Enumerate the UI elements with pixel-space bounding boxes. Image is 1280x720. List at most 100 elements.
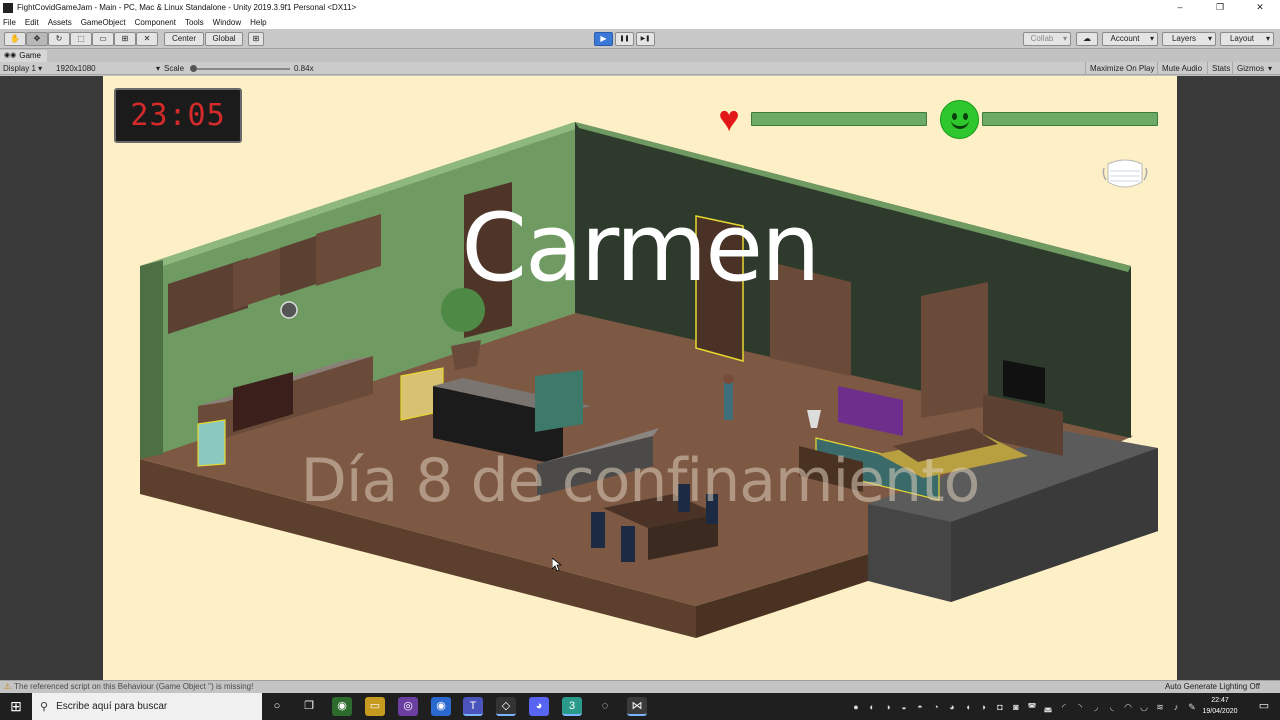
maximize-on-play-toggle[interactable]: Maximize On Play — [1085, 62, 1158, 75]
space-label: Global — [212, 34, 236, 43]
scale-slider-track[interactable] — [192, 68, 290, 70]
tray-icon-13[interactable]: ◛ — [1041, 700, 1055, 714]
console-message[interactable]: ⚠ The referenced script on this Behaviour… — [4, 681, 253, 693]
windows-start-icon[interactable]: ⊞ — [0, 693, 32, 720]
layers-dropdown[interactable]: Layers — [1162, 32, 1216, 46]
tray-icon-1[interactable]: ● — [849, 700, 863, 714]
cloud-button[interactable]: ☁ — [1076, 32, 1098, 46]
mood-bar-fill — [983, 113, 1157, 125]
scale-tool-button[interactable]: ⬚ — [70, 32, 92, 46]
tray-icon-18[interactable]: ◠ — [1121, 700, 1135, 714]
task-view-icon[interactable]: ❐ — [299, 697, 319, 716]
tray-icon-16[interactable]: ◞ — [1089, 700, 1103, 714]
layout-dropdown[interactable]: Layout — [1220, 32, 1274, 46]
lighting-status[interactable]: Auto Generate Lighting Off — [1165, 681, 1260, 693]
unity-icon[interactable]: ◌ — [595, 697, 615, 716]
system-tray: ● ◐ ◑ ◒ ◓ ◔ ◕ ◖ ◗ ◘ ◙ ◚ ◛ ◜ ◝ ◞ ◟ ◠ ◡ ≋ … — [848, 693, 1200, 720]
stats-toggle[interactable]: Stats — [1207, 62, 1234, 75]
gizmos-chevron-icon[interactable]: ▾ — [1268, 62, 1272, 75]
file-explorer-icon[interactable]: ▭ — [365, 697, 385, 716]
taskbar-clock[interactable]: 22:47 19/04/2020 — [1200, 695, 1240, 717]
snap-settings-button[interactable]: ⊞ — [248, 32, 264, 46]
play-button[interactable]: ▶ — [594, 32, 613, 46]
menu-bar: File Edit Assets GameObject Component To… — [0, 15, 1280, 29]
custom-tool-button[interactable]: ✕ — [136, 32, 158, 46]
teams-icon[interactable]: T — [463, 697, 483, 716]
pause-button[interactable]: ❚❚ — [615, 32, 634, 46]
volume-icon[interactable]: ♪ — [1169, 700, 1183, 714]
hand-tool-button[interactable]: ✋ — [4, 32, 26, 46]
smiley-face-icon — [940, 100, 979, 139]
rect-tool-button[interactable]: ▭ — [92, 32, 114, 46]
tray-icon-14[interactable]: ◜ — [1057, 700, 1071, 714]
notification-icon[interactable]: ▭ — [1256, 699, 1272, 713]
tray-icon-4[interactable]: ◒ — [897, 700, 911, 714]
face-mask-icon[interactable] — [1100, 154, 1150, 194]
tray-icon-12[interactable]: ◚ — [1025, 700, 1039, 714]
app-purple-icon[interactable]: ◎ — [398, 697, 418, 716]
menu-window[interactable]: Window — [213, 18, 241, 27]
tray-icon-19[interactable]: ◡ — [1137, 700, 1151, 714]
tray-icon-6[interactable]: ◔ — [929, 700, 943, 714]
menu-edit[interactable]: Edit — [25, 18, 39, 27]
tray-icon-8[interactable]: ◖ — [961, 700, 975, 714]
mute-audio-toggle[interactable]: Mute Audio — [1157, 62, 1206, 75]
room-scene — [140, 122, 1158, 638]
maximize-button[interactable]: ❐ — [1200, 0, 1240, 15]
scale-slider-handle[interactable] — [190, 65, 197, 72]
rotate-tool-button[interactable]: ↻ — [48, 32, 70, 46]
tray-icon-17[interactable]: ◟ — [1105, 700, 1119, 714]
tray-icon-2[interactable]: ◐ — [865, 700, 879, 714]
minimize-button[interactable]: – — [1160, 0, 1200, 15]
grid-snap-icon: ⊞ — [252, 34, 260, 43]
taskbar-search-input[interactable]: ⚲ Escribe aquí para buscar — [32, 693, 262, 720]
app-teal-icon[interactable]: 3 — [562, 697, 582, 716]
tab-game[interactable]: ◉◉ Game — [0, 50, 48, 62]
rect-tool-icon: ▭ — [99, 34, 107, 43]
window-titlebar: FightCovidGameJam - Main - PC, Mac & Lin… — [0, 0, 1280, 15]
unity-hub-icon[interactable]: ◇ — [496, 697, 516, 716]
scale-value: 0.84x — [294, 64, 314, 73]
pen-icon[interactable]: ✎ — [1185, 700, 1199, 714]
menu-component[interactable]: Component — [135, 18, 176, 27]
gizmos-dropdown[interactable]: Gizmos — [1232, 62, 1268, 75]
menu-assets[interactable]: Assets — [48, 18, 72, 27]
account-dropdown[interactable]: Account — [1102, 32, 1158, 46]
wifi-icon[interactable]: ≋ — [1153, 700, 1167, 714]
fridge — [535, 370, 583, 432]
collab-dropdown[interactable]: Collab — [1023, 32, 1071, 46]
app-blue-icon[interactable]: ◉ — [431, 697, 451, 716]
tray-icon-15[interactable]: ◝ — [1073, 700, 1087, 714]
tray-icon-3[interactable]: ◑ — [881, 700, 895, 714]
tray-icon-5[interactable]: ◓ — [913, 700, 927, 714]
tray-icon-10[interactable]: ◘ — [993, 700, 1007, 714]
tray-icon-9[interactable]: ◗ — [977, 700, 991, 714]
tray-icon-7[interactable]: ◕ — [945, 700, 959, 714]
menu-help[interactable]: Help — [250, 18, 266, 27]
visual-studio-icon[interactable]: ⋈ — [627, 697, 647, 716]
discord-icon[interactable]: ◕ — [529, 697, 549, 716]
custom-tool-icon: ✕ — [143, 34, 151, 43]
layers-label: Layers — [1171, 34, 1196, 43]
window-controls: – ❐ ✕ — [1160, 0, 1280, 15]
menu-tools[interactable]: Tools — [185, 18, 204, 27]
pivot-center-toggle[interactable]: Center — [164, 32, 204, 46]
move-tool-button[interactable]: ✥ — [26, 32, 48, 46]
close-button[interactable]: ✕ — [1240, 0, 1280, 15]
scale-tool-icon: ⬚ — [77, 34, 85, 43]
game-viewport: 23:05 ♥ Carmen Día 8 de confinamiento — [0, 76, 1280, 680]
mouse-cursor-icon — [552, 558, 562, 572]
transform-tool-button[interactable]: ⊞ — [114, 32, 136, 46]
tray-icon-11[interactable]: ◙ — [1009, 700, 1023, 714]
chrome-icon[interactable]: ◉ — [332, 697, 352, 716]
cortana-icon[interactable]: ○ — [267, 697, 287, 716]
game-view[interactable]: 23:05 ♥ Carmen Día 8 de confinamiento — [103, 76, 1177, 680]
health-bar — [751, 112, 927, 126]
menu-gameobject[interactable]: GameObject — [81, 18, 126, 27]
menu-file[interactable]: File — [3, 18, 16, 27]
resolution-dropdown[interactable]: 1920x1080 ▾ — [56, 62, 160, 75]
global-space-toggle[interactable]: Global — [205, 32, 243, 46]
step-button[interactable]: ▶❚ — [636, 32, 655, 46]
display-dropdown[interactable]: Display 1 ▾ — [3, 62, 42, 75]
taskbar-time: 22:47 — [1211, 697, 1229, 704]
